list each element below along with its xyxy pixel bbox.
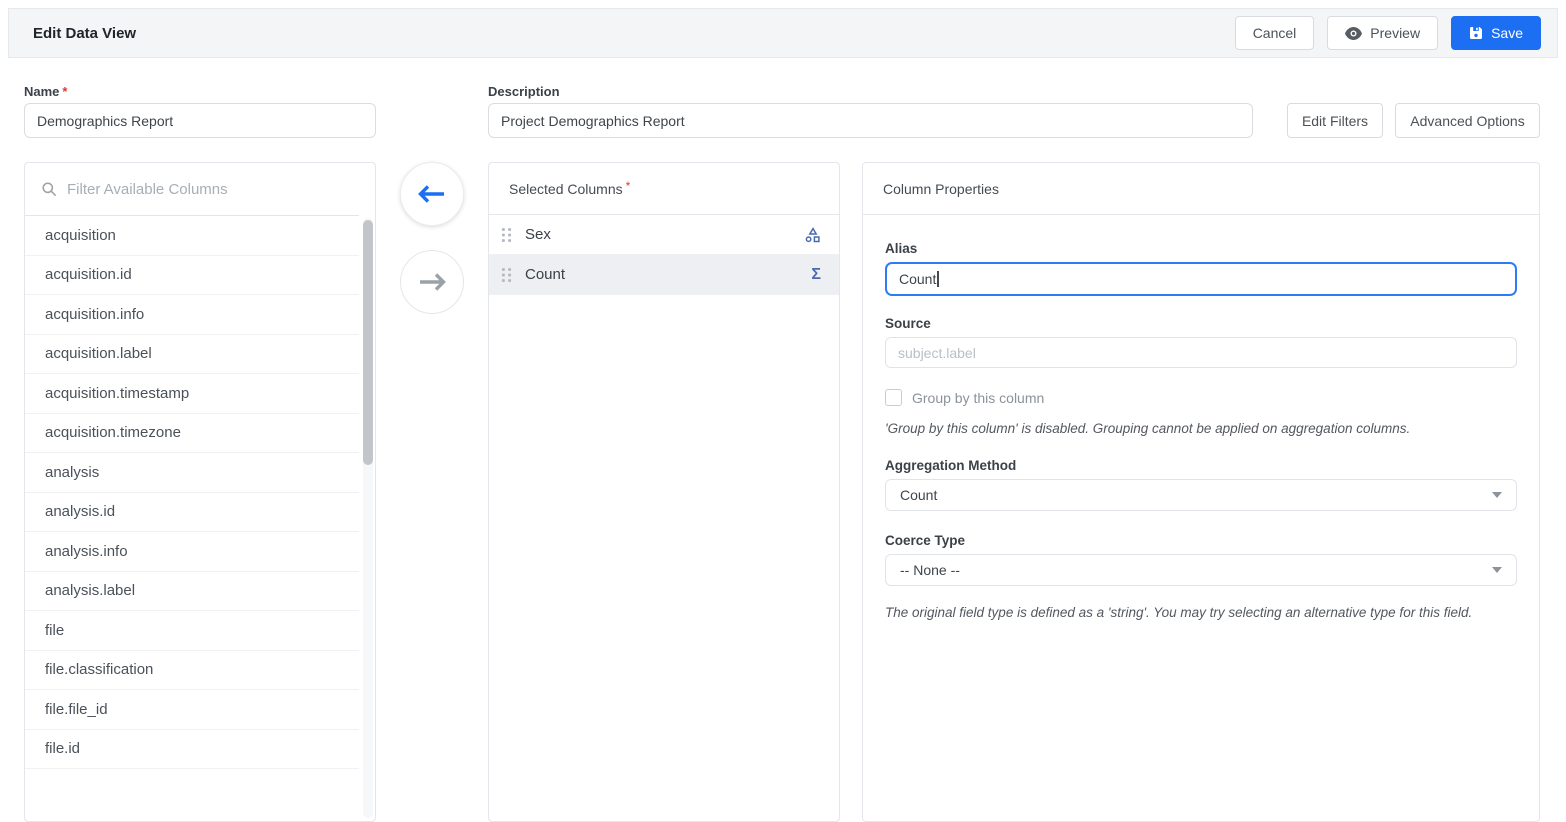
- selected-columns-list: Sex Count Σ: [489, 215, 839, 295]
- aggregation-method-label: Aggregation Method: [885, 458, 1017, 473]
- available-column-label: analysis.info: [45, 542, 128, 560]
- coerce-type-select[interactable]: -- None --: [885, 554, 1517, 586]
- selected-column-row[interactable]: Count Σ: [489, 255, 839, 295]
- available-column-item[interactable]: file.id: [25, 729, 359, 769]
- move-left-button[interactable]: [400, 162, 464, 226]
- save-button-label: Save: [1491, 25, 1523, 41]
- column-properties-title: Column Properties: [883, 180, 999, 197]
- available-column-label: analysis: [45, 463, 100, 481]
- search-icon: [41, 181, 57, 197]
- arrow-left-icon: [418, 185, 446, 203]
- advanced-options-button[interactable]: Advanced Options: [1395, 103, 1540, 138]
- alias-label: Alias: [885, 241, 918, 256]
- name-required-mark: *: [62, 84, 68, 99]
- aggregation-method-select[interactable]: Count: [885, 479, 1517, 511]
- available-column-item[interactable]: analysis.label: [25, 571, 359, 611]
- available-column-item[interactable]: analysis: [25, 453, 359, 493]
- save-button[interactable]: Save: [1451, 16, 1541, 50]
- selected-column-row[interactable]: Sex: [489, 215, 839, 255]
- available-column-label: file: [45, 621, 65, 639]
- available-column-item[interactable]: analysis.id: [25, 492, 359, 532]
- source-input: subject.label: [885, 337, 1517, 368]
- column-properties-header: Column Properties: [863, 163, 1539, 215]
- available-column-label: analysis.label: [45, 582, 136, 600]
- aggregation-method-value: Count: [900, 487, 938, 503]
- available-column-label: analysis.id: [45, 503, 116, 521]
- available-column-item[interactable]: acquisition.timezone: [25, 413, 359, 453]
- selected-columns-title: Selected Columns: [509, 180, 623, 197]
- available-column-label: file.id: [45, 740, 81, 758]
- edit-filters-label: Edit Filters: [1301, 112, 1369, 129]
- preview-button-label: Preview: [1370, 25, 1421, 41]
- available-column-label: file.classification: [45, 661, 154, 679]
- edit-filters-button[interactable]: Edit Filters: [1287, 103, 1383, 138]
- available-column-item[interactable]: file: [25, 611, 359, 651]
- available-column-item[interactable]: analysis.info: [25, 532, 359, 572]
- preview-button[interactable]: Preview: [1327, 16, 1439, 50]
- group-by-checkbox-label: Group by this column: [912, 389, 1045, 406]
- available-column-label: acquisition.id: [45, 266, 132, 284]
- available-column-label: acquisition.timestamp: [45, 384, 190, 402]
- column-properties-body: Alias Count Source subject.label Group b…: [885, 215, 1517, 620]
- page-title: Edit Data View: [33, 24, 137, 42]
- filter-columns-input[interactable]: [67, 180, 359, 198]
- group-by-checkbox-row: Group by this column: [885, 389, 1517, 406]
- available-column-item[interactable]: file.file_id: [25, 690, 359, 730]
- selected-columns-required-mark: *: [625, 178, 631, 193]
- available-column-label: acquisition.info: [45, 305, 145, 323]
- drag-handle-icon[interactable]: [501, 227, 512, 243]
- coerce-type-note: The original field type is defined as a …: [885, 605, 1473, 620]
- column-properties-panel: Column Properties Alias Count Source sub…: [862, 162, 1540, 822]
- selected-column-label: Sex: [525, 226, 551, 243]
- available-columns-panel: acquisition acquisition.id acquisition.i…: [24, 162, 376, 822]
- alias-input[interactable]: Count: [885, 262, 1517, 296]
- arrow-right-icon: [418, 273, 446, 291]
- cancel-button-label: Cancel: [1252, 25, 1297, 41]
- top-bar: Edit Data View Cancel Preview Save: [8, 8, 1558, 58]
- text-cursor: [937, 271, 939, 287]
- description-label: Description: [488, 84, 560, 99]
- advanced-options-label: Advanced Options: [1410, 112, 1525, 129]
- alias-value: Count: [899, 271, 937, 287]
- scrollbar-track: [363, 218, 373, 818]
- chevron-down-icon: [1492, 492, 1502, 498]
- available-column-item[interactable]: acquisition.id: [25, 255, 359, 295]
- available-column-label: file.file_id: [45, 700, 108, 718]
- source-value: subject.label: [898, 344, 976, 361]
- top-bar-actions: Cancel Preview Save: [1234, 16, 1541, 50]
- chevron-down-icon: [1492, 567, 1502, 573]
- available-column-label: acquisition.label: [45, 345, 152, 363]
- selected-columns-header: Selected Columns *: [489, 163, 839, 215]
- filter-columns-search: [25, 163, 375, 215]
- drag-handle-icon[interactable]: [501, 267, 512, 283]
- available-column-item[interactable]: acquisition: [25, 216, 359, 256]
- eye-icon: [1345, 26, 1363, 40]
- name-input[interactable]: [24, 103, 376, 138]
- move-right-button[interactable]: [400, 250, 464, 314]
- available-column-item[interactable]: acquisition.info: [25, 295, 359, 335]
- coerce-type-value: -- None --: [900, 562, 960, 578]
- scrollbar-thumb[interactable]: [363, 220, 373, 465]
- source-label: Source: [885, 316, 931, 331]
- name-label: Name *: [24, 84, 67, 99]
- available-column-item[interactable]: acquisition.timestamp: [25, 374, 359, 414]
- description-input[interactable]: [488, 103, 1253, 138]
- available-column-item[interactable]: acquisition.label: [25, 334, 359, 374]
- selected-columns-panel: Selected Columns * Sex Count Σ: [488, 162, 840, 822]
- available-columns-list: acquisition acquisition.id acquisition.i…: [25, 215, 359, 769]
- available-column-item[interactable]: file.classification: [25, 650, 359, 690]
- group-by-disabled-note: 'Group by this column' is disabled. Grou…: [885, 421, 1411, 436]
- description-label-text: Description: [488, 84, 560, 99]
- available-column-label: acquisition: [45, 226, 116, 244]
- group-by-icon: [805, 226, 821, 243]
- save-floppy-icon: [1469, 26, 1483, 40]
- cancel-button[interactable]: Cancel: [1234, 16, 1315, 50]
- available-column-label: acquisition.timezone: [45, 424, 181, 442]
- group-by-checkbox[interactable]: [885, 389, 902, 406]
- coerce-type-label: Coerce Type: [885, 533, 966, 548]
- selected-column-label: Count: [525, 266, 566, 283]
- sigma-icon: Σ: [811, 265, 821, 283]
- name-label-text: Name: [24, 84, 60, 99]
